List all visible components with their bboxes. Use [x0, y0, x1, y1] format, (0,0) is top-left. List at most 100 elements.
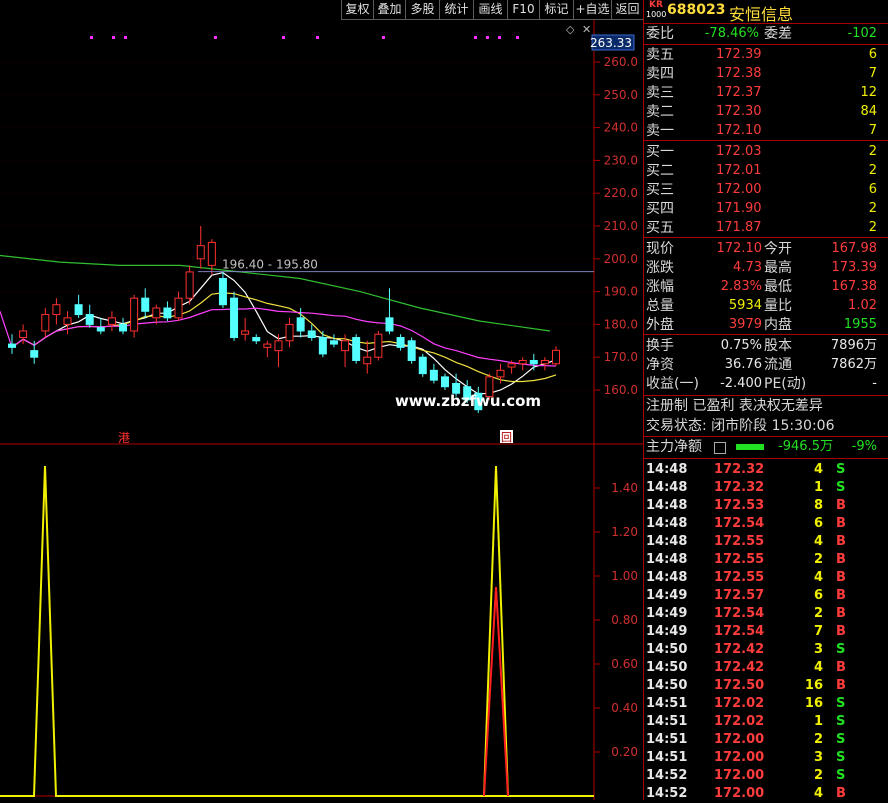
candle-body — [396, 337, 405, 348]
candle-body — [163, 307, 172, 319]
close-icon[interactable]: ✕ — [582, 23, 591, 36]
signal-dot — [282, 36, 285, 39]
toolbar-button-3[interactable]: 统计 — [439, 0, 473, 20]
toolbar-button-6[interactable]: 标记 — [539, 0, 573, 20]
toolbar-button-7[interactable]: +自选 — [573, 0, 611, 20]
p-text: 172.02 — [714, 714, 765, 729]
candle — [52, 298, 61, 325]
l1-text: 换手 — [646, 338, 674, 354]
v2-text: 7862万 — [830, 357, 877, 372]
v1-text: -2.400 — [720, 376, 762, 391]
tick-row: 14:51 172.00 3 S — [644, 749, 879, 767]
kline-chart[interactable]: 260.0 250.0 240.0 230.0 220.0 210.0 200.0 190.0… — [0, 20, 643, 800]
toolbar-button-8[interactable]: 返回 — [611, 0, 643, 20]
tick-row: 14:48 172.32 4 S — [644, 461, 879, 479]
price-text: 172.01 — [716, 163, 762, 178]
y-tick-label: 170.0 — [604, 350, 638, 364]
vol-text: 2 — [868, 201, 877, 216]
d-text: S — [836, 642, 846, 657]
candle-body — [440, 376, 449, 388]
main-flow-row[interactable]: 主力净额 -946.5万 -9% — [644, 438, 879, 456]
candle — [263, 340, 272, 358]
d-text: S — [836, 768, 846, 783]
candle — [429, 363, 438, 384]
d-text: S — [836, 480, 846, 495]
toolbar-button-1[interactable]: 叠加 — [373, 0, 405, 20]
tick-row: 14:50 172.42 3 S — [644, 641, 879, 659]
candle-body — [130, 297, 139, 332]
p-text: 172.55 — [714, 534, 765, 549]
toolbar-button-4[interactable]: 画线 — [473, 0, 507, 20]
vol-text: 84 — [860, 104, 877, 119]
candle-body — [30, 350, 39, 358]
vol-text: 7 — [868, 123, 877, 138]
v-text: 2 — [813, 552, 823, 567]
p-text: 172.55 — [714, 570, 765, 585]
label-text: 买二 — [646, 163, 674, 179]
d-text: B — [836, 606, 846, 621]
candle-body — [185, 271, 194, 299]
watermark: www.zbzfwu.com — [395, 392, 541, 410]
signal-dot — [316, 36, 319, 39]
p-text: 172.50 — [714, 678, 765, 693]
candle — [518, 357, 527, 371]
candle — [552, 346, 560, 366]
ask-row: 卖二 172.30 84 — [644, 103, 879, 121]
y-tick-label: 230.0 — [604, 153, 638, 167]
candle-body — [352, 337, 361, 361]
candle — [385, 288, 394, 335]
v-text: 4 — [813, 570, 823, 585]
t-text: 14:52 — [646, 768, 688, 783]
d-text: B — [836, 570, 846, 585]
price-tag-label: 263.33 — [590, 36, 632, 50]
v-text: 6 — [813, 516, 823, 531]
label-text: 买五 — [646, 220, 674, 236]
p-text: 172.54 — [714, 516, 765, 531]
d-text: B — [836, 534, 846, 549]
t-text: 14:48 — [646, 462, 688, 477]
price-text: 171.90 — [716, 201, 762, 216]
t-text: 14:48 — [646, 552, 688, 567]
v-text: 4 — [813, 462, 823, 477]
candle-body — [96, 327, 105, 332]
t-text: 14:51 — [646, 750, 688, 765]
l1-text: 净资 — [646, 357, 674, 373]
toolbar-button-0[interactable]: 复权 — [341, 0, 373, 20]
candle — [230, 291, 239, 341]
t-text: 14:48 — [646, 570, 688, 585]
y-tick-label: 240.0 — [604, 121, 638, 135]
v2-text: 167.98 — [831, 241, 878, 256]
t-text: 14:51 — [646, 714, 688, 729]
candle-body — [363, 356, 372, 365]
candle — [418, 353, 427, 377]
signal-dot — [214, 36, 217, 39]
candle — [540, 357, 549, 371]
signal-dot — [474, 36, 477, 39]
ma5-line — [11, 271, 557, 395]
ask-row: 卖一 172.10 7 — [644, 122, 879, 140]
candle-body — [52, 304, 61, 316]
stats-row: 现价 172.10 今开 167.98 — [644, 240, 879, 258]
toolbar-button-5[interactable]: F10 — [507, 0, 539, 20]
v-text: 16 — [804, 678, 823, 693]
candle-body — [19, 330, 28, 339]
v1-text: 0.75% — [720, 338, 762, 353]
candle-body — [341, 340, 350, 352]
weibi-row: 委比 -78.46% 委差 -102 — [646, 26, 877, 42]
toolbar-button-2[interactable]: 多股 — [405, 0, 439, 20]
candle-body — [507, 363, 516, 368]
t-text: 14:50 — [646, 642, 688, 657]
candle — [107, 311, 116, 331]
candle — [218, 271, 227, 308]
tick-row: 14:49 172.54 2 B — [644, 605, 879, 623]
price-text: 172.30 — [716, 104, 762, 119]
candle — [8, 334, 16, 354]
stats-row: 涨跌 4.73 最高 173.39 — [644, 259, 879, 277]
p-text: 172.00 — [714, 732, 765, 747]
l1-text: 现价 — [646, 241, 674, 257]
v-text: 2 — [813, 768, 823, 783]
candle — [363, 340, 372, 374]
info-line-2: 交易状态: 闭市阶段 15:30:06 — [646, 418, 835, 434]
vol-text: 6 — [868, 47, 877, 62]
candle — [174, 291, 183, 322]
